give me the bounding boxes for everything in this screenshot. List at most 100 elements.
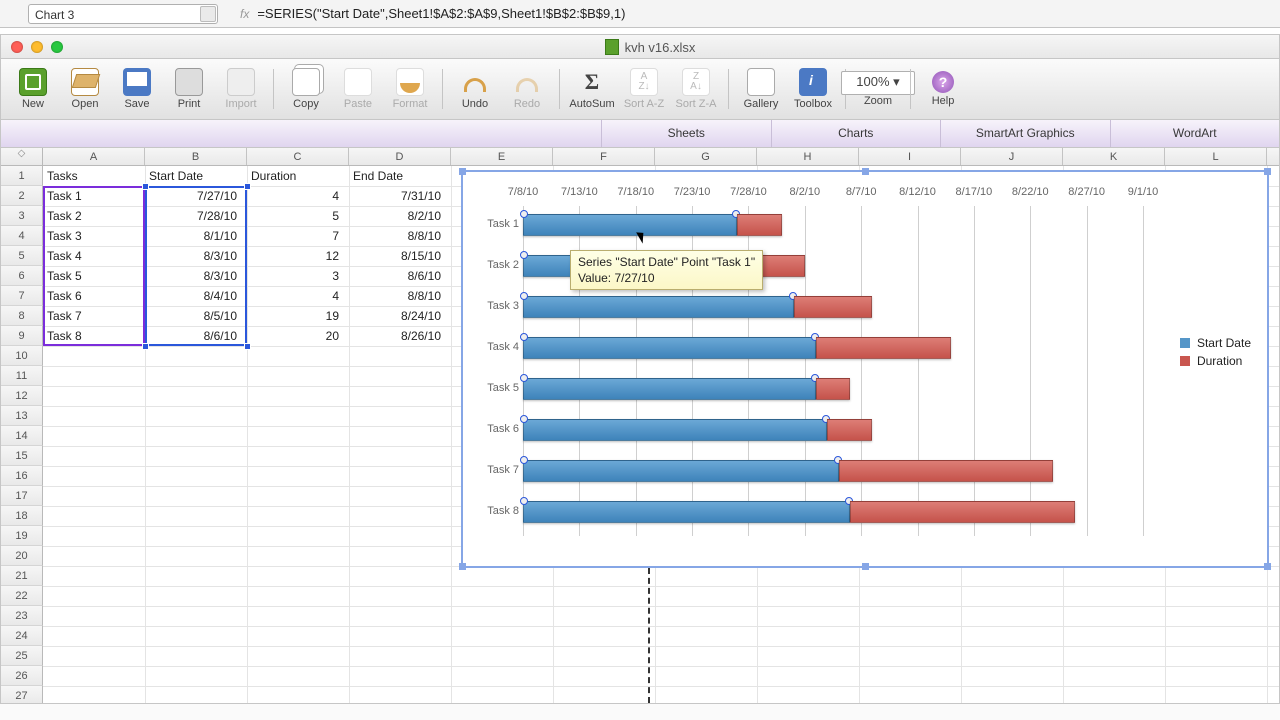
cell[interactable]: 8/3/10 bbox=[145, 266, 241, 286]
zoom-input[interactable]: 100% ▾ bbox=[841, 71, 915, 95]
row-header[interactable]: 20 bbox=[1, 546, 43, 566]
row-header[interactable]: 9 bbox=[1, 326, 43, 346]
row-header[interactable]: 22 bbox=[1, 586, 43, 606]
name-box[interactable]: Chart 3 bbox=[28, 4, 218, 24]
cell[interactable]: Duration bbox=[247, 166, 343, 186]
row-header[interactable]: 21 bbox=[1, 566, 43, 586]
cell[interactable]: 8/1/10 bbox=[145, 226, 241, 246]
chart-legend[interactable]: Start Date Duration bbox=[1180, 332, 1251, 372]
cell[interactable]: 8/26/10 bbox=[349, 326, 445, 346]
cell[interactable]: 8/15/10 bbox=[349, 246, 445, 266]
chart-bar-row[interactable]: Task 4 bbox=[523, 329, 1143, 370]
close-icon[interactable] bbox=[11, 41, 23, 53]
zoom-window-icon[interactable] bbox=[51, 41, 63, 53]
open-button[interactable]: Open bbox=[61, 68, 109, 110]
cell[interactable]: 7/27/10 bbox=[145, 186, 241, 206]
chart-bar-duration[interactable] bbox=[839, 460, 1053, 482]
cell[interactable]: 4 bbox=[247, 186, 343, 206]
chart-bar-row[interactable]: Task 3 bbox=[523, 288, 1143, 329]
row-header[interactable]: 11 bbox=[1, 366, 43, 386]
cell[interactable]: 8/8/10 bbox=[349, 286, 445, 306]
row-header[interactable]: 7 bbox=[1, 286, 43, 306]
row-header[interactable]: 6 bbox=[1, 266, 43, 286]
fx-icon[interactable]: fx bbox=[240, 7, 249, 21]
cell[interactable]: 4 bbox=[247, 286, 343, 306]
chart-bar-row[interactable]: Task 1 bbox=[523, 206, 1143, 247]
chart-bar-start-date[interactable] bbox=[523, 501, 850, 523]
cell[interactable]: 8/4/10 bbox=[145, 286, 241, 306]
chart-bar-row[interactable]: Task 5 bbox=[523, 370, 1143, 411]
chart-bar-row[interactable]: Task 8 bbox=[523, 493, 1143, 534]
chart-handle[interactable] bbox=[459, 168, 466, 175]
toolbox-button[interactable]: Toolbox bbox=[789, 68, 837, 110]
cell[interactable]: 5 bbox=[247, 206, 343, 226]
tab-sheets[interactable]: Sheets bbox=[601, 120, 771, 147]
cell[interactable]: Task 4 bbox=[43, 246, 139, 266]
chart-bar-row[interactable]: Task 7 bbox=[523, 452, 1143, 493]
row-header[interactable]: 2 bbox=[1, 186, 43, 206]
selection-handle[interactable] bbox=[142, 183, 149, 190]
row-header[interactable]: 15 bbox=[1, 446, 43, 466]
chart-bar-duration[interactable] bbox=[827, 419, 872, 441]
name-box-stepper-icon[interactable] bbox=[200, 6, 216, 22]
row-header[interactable]: 25 bbox=[1, 646, 43, 666]
selection-handle[interactable] bbox=[244, 183, 251, 190]
row-header[interactable]: 14 bbox=[1, 426, 43, 446]
chart-handle[interactable] bbox=[459, 563, 466, 570]
row-header[interactable]: 23 bbox=[1, 606, 43, 626]
cell[interactable]: Start Date bbox=[145, 166, 241, 186]
cell[interactable]: Task 6 bbox=[43, 286, 139, 306]
chart-bar-start-date[interactable] bbox=[523, 214, 737, 236]
cell[interactable]: 8/24/10 bbox=[349, 306, 445, 326]
row-header[interactable]: 26 bbox=[1, 666, 43, 686]
column-header[interactable]: L bbox=[1165, 148, 1267, 165]
row-header[interactable]: 19 bbox=[1, 526, 43, 546]
column-header[interactable]: G bbox=[655, 148, 757, 165]
new-button[interactable]: New bbox=[9, 68, 57, 110]
row-header[interactable]: 24 bbox=[1, 626, 43, 646]
chart-bar-duration[interactable] bbox=[737, 214, 782, 236]
cell[interactable]: 7/31/10 bbox=[349, 186, 445, 206]
cell[interactable]: 7 bbox=[247, 226, 343, 246]
cell[interactable]: Task 1 bbox=[43, 186, 139, 206]
cell[interactable]: 20 bbox=[247, 326, 343, 346]
column-header[interactable]: A bbox=[43, 148, 145, 165]
row-header[interactable]: 5 bbox=[1, 246, 43, 266]
column-header[interactable]: B bbox=[145, 148, 247, 165]
cell[interactable]: 12 bbox=[247, 246, 343, 266]
cell[interactable]: 8/6/10 bbox=[145, 326, 241, 346]
chart-bar-duration[interactable] bbox=[816, 378, 850, 400]
chart-bar-duration[interactable] bbox=[794, 296, 873, 318]
cell[interactable]: Task 3 bbox=[43, 226, 139, 246]
cell[interactable]: 8/6/10 bbox=[349, 266, 445, 286]
save-button[interactable]: Save bbox=[113, 68, 161, 110]
cell[interactable]: 3 bbox=[247, 266, 343, 286]
chart-handle[interactable] bbox=[1264, 563, 1271, 570]
row-header[interactable]: 4 bbox=[1, 226, 43, 246]
row-header[interactable]: 1 bbox=[1, 166, 43, 186]
column-header[interactable]: J bbox=[961, 148, 1063, 165]
copy-button[interactable]: Copy bbox=[282, 68, 330, 110]
chart-bar-start-date[interactable] bbox=[523, 419, 827, 441]
minimize-icon[interactable] bbox=[31, 41, 43, 53]
column-header[interactable]: E bbox=[451, 148, 553, 165]
row-header[interactable]: 27 bbox=[1, 686, 43, 704]
chart-bar-duration[interactable] bbox=[850, 501, 1075, 523]
tab-charts[interactable]: Charts bbox=[771, 120, 941, 147]
chart-bar-duration[interactable] bbox=[816, 337, 951, 359]
column-header[interactable]: D bbox=[349, 148, 451, 165]
cell[interactable]: Task 8 bbox=[43, 326, 139, 346]
cell[interactable]: 8/3/10 bbox=[145, 246, 241, 266]
selection-handle[interactable] bbox=[244, 343, 251, 350]
chart-object[interactable]: 7/8/107/13/107/18/107/23/107/28/108/2/10… bbox=[461, 170, 1269, 568]
cell[interactable]: Task 7 bbox=[43, 306, 139, 326]
cell[interactable]: 19 bbox=[247, 306, 343, 326]
tab-wordart[interactable]: WordArt bbox=[1110, 120, 1280, 147]
chart-handle[interactable] bbox=[1264, 168, 1271, 175]
row-header[interactable]: 3 bbox=[1, 206, 43, 226]
row-header[interactable]: 18 bbox=[1, 506, 43, 526]
row-header[interactable]: 17 bbox=[1, 486, 43, 506]
cell[interactable]: 8/2/10 bbox=[349, 206, 445, 226]
cell[interactable]: Tasks bbox=[43, 166, 139, 186]
chart-bar-start-date[interactable] bbox=[523, 296, 794, 318]
